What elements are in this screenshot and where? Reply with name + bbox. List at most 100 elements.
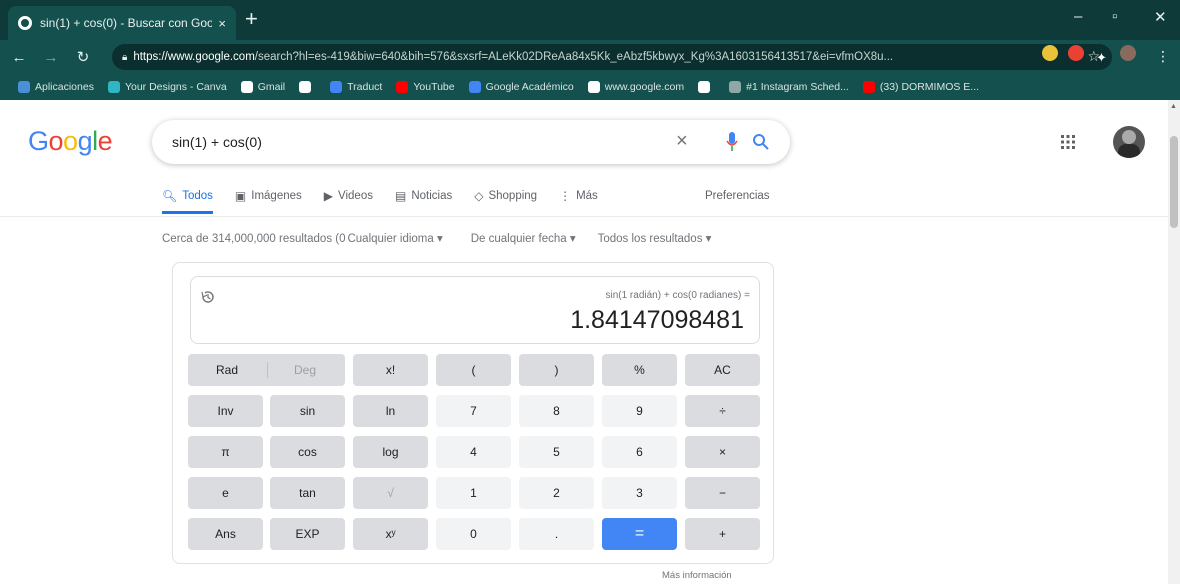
calc-key[interactable]: 5 <box>519 436 594 468</box>
search-tabs: 🔍︎ Todos ▣ Imágenes ▶ Videos ▤ Noticias ◇ Shoppin… <box>162 186 620 214</box>
calc-key[interactable]: 3 <box>602 477 677 509</box>
bookmark-item[interactable]: YouTube <box>396 81 455 93</box>
tab-shopping[interactable]: ◇ Shopping <box>474 186 537 206</box>
search-query[interactable]: sin(1) + cos(0) <box>172 134 262 150</box>
calc-key[interactable]: sin <box>270 395 345 427</box>
calc-key[interactable]: Inv <box>188 395 263 427</box>
tab-videos[interactable]: ▶ Videos <box>324 186 373 206</box>
calc-key[interactable]: 9 <box>602 395 677 427</box>
calc-key[interactable]: π <box>188 436 263 468</box>
history-icon[interactable] <box>200 289 216 305</box>
tab-todos[interactable]: 🔍︎ Todos <box>162 186 213 214</box>
menu-kebab-icon[interactable]: ⋮ <box>1156 48 1172 64</box>
tab-label: Más <box>576 190 598 202</box>
google-apps-grid-icon[interactable] <box>1060 134 1076 150</box>
calc-key[interactable]: 4 <box>436 436 511 468</box>
calc-key[interactable]: EXP <box>270 518 345 550</box>
calc-key[interactable]: tan <box>270 477 345 509</box>
calc-key[interactable]: Ans <box>188 518 263 550</box>
calc-key[interactable]: 1 <box>436 477 511 509</box>
account-avatar[interactable] <box>1113 126 1145 158</box>
calc-key[interactable]: AC <box>685 354 760 386</box>
calc-key[interactable]: x! <box>353 354 428 386</box>
browser-toolbar: ← → ↻ 🔒︎ https://www.google.com /search?… <box>0 40 1180 74</box>
calc-key[interactable]: √ <box>353 477 428 509</box>
calc-key[interactable]: + <box>685 518 760 550</box>
bookmark-favicon-icon <box>330 81 343 93</box>
result-count: Cerca de 314,000,000 resultados (0 <box>162 233 346 245</box>
calc-key[interactable]: 8 <box>519 395 594 427</box>
bookmark-label: www.google.com <box>604 81 685 93</box>
search-box[interactable]: sin(1) + cos(0) × <box>152 120 790 164</box>
preferences-link[interactable]: Preferencias <box>705 190 770 202</box>
video-icon: ▶ <box>323 189 334 203</box>
tab-label: Noticias <box>411 190 453 202</box>
tab-más[interactable]: ⋮ Más <box>559 186 598 206</box>
search-icon[interactable] <box>752 133 770 151</box>
address-bar[interactable]: 🔒︎ https://www.google.com /search?hl=es-… <box>112 44 1112 70</box>
forward-arrow-icon[interactable]: → <box>38 49 64 66</box>
calc-key[interactable]: ( <box>436 354 511 386</box>
close-window-button[interactable]: ✕ <box>1154 8 1167 26</box>
profile-avatar-icon[interactable] <box>1120 45 1136 61</box>
more-info-link[interactable]: Más información <box>662 570 732 581</box>
extension-icon[interactable] <box>1042 45 1058 61</box>
tab-noticias[interactable]: ▤ Noticias <box>395 186 452 206</box>
news-icon: ▤ <box>394 189 407 203</box>
bookmark-item[interactable]: Google Académico <box>468 81 574 93</box>
calc-key[interactable]: % <box>602 354 677 386</box>
calc-key[interactable]: log <box>353 436 428 468</box>
extension-icon[interactable] <box>1068 45 1084 61</box>
calc-key[interactable]: ÷ <box>685 395 760 427</box>
calc-key[interactable]: cos <box>270 436 345 468</box>
scroll-up-arrow-icon[interactable]: ▲ <box>1170 103 1177 110</box>
bookmark-item[interactable]: Traduct <box>330 81 382 93</box>
google-favicon-icon <box>18 16 32 30</box>
maximize-button[interactable]: ▫ <box>1112 8 1117 25</box>
google-logo[interactable]: Google <box>28 126 113 157</box>
reload-icon[interactable]: ↻ <box>70 48 96 66</box>
clear-search-icon[interactable]: × <box>676 130 688 153</box>
results-filter[interactable]: Todos los resultados ▾ <box>598 233 712 245</box>
puzzle-extensions-icon[interactable]: ✦ <box>1096 50 1112 66</box>
bookmark-item[interactable]: #1 Instagram Sched... <box>729 81 849 93</box>
bookmark-label: Traduct <box>347 81 383 93</box>
tab-title: sin(1) + cos(0) - Buscar con Goo <box>40 16 213 30</box>
calc-key[interactable]: . <box>519 518 594 550</box>
bookmark-item[interactable]: Your Designs - Canva <box>107 81 227 93</box>
calc-key[interactable]: 2 <box>519 477 594 509</box>
language-filter[interactable]: Cualquier idioma ▾ <box>347 233 442 245</box>
bookmark-item[interactable]: Aplicaciones <box>18 81 94 93</box>
calc-key[interactable]: e <box>188 477 263 509</box>
calc-key[interactable]: 7 <box>436 395 511 427</box>
calc-key[interactable]: 0 <box>436 518 511 550</box>
calc-key[interactable]: × <box>685 436 760 468</box>
calc-key[interactable]: 6 <box>602 436 677 468</box>
tab-imágenes[interactable]: ▣ Imágenes <box>235 186 302 206</box>
bookmark-item[interactable] <box>698 81 715 93</box>
tab-close-icon[interactable]: × <box>218 16 226 31</box>
calc-key[interactable]: − <box>685 477 760 509</box>
bookmark-label: #1 Instagram Sched... <box>746 81 849 93</box>
bookmark-favicon-icon <box>698 81 711 93</box>
calc-key[interactable]: xʸ <box>353 518 428 550</box>
date-filter[interactable]: De cualquier fecha ▾ <box>471 233 576 245</box>
header-divider <box>0 216 1168 217</box>
bookmark-label: Google Académico <box>485 81 574 93</box>
calc-key[interactable]: ) <box>519 354 594 386</box>
calc-key[interactable]: = <box>602 518 677 550</box>
new-tab-button[interactable]: + <box>245 8 258 30</box>
bookmark-item[interactable]: www.google.com <box>587 81 685 93</box>
microphone-icon[interactable] <box>726 131 738 153</box>
back-arrow-icon[interactable]: ← <box>6 49 32 66</box>
minimize-button[interactable]: – <box>1074 8 1082 25</box>
calculator-result: 1.84147098481 <box>570 306 744 334</box>
calc-key[interactable]: ln <box>353 395 428 427</box>
bookmark-item[interactable] <box>299 81 316 93</box>
browser-tab[interactable]: sin(1) + cos(0) - Buscar con Goo × <box>8 6 236 40</box>
deg-button[interactable]: Deg <box>275 354 335 386</box>
scrollbar-thumb[interactable] <box>1170 136 1178 228</box>
bookmark-item[interactable]: Gmail <box>240 81 285 93</box>
bookmark-favicon-icon <box>587 81 600 93</box>
bookmark-item[interactable]: (33) DORMIMOS E... <box>862 81 979 93</box>
